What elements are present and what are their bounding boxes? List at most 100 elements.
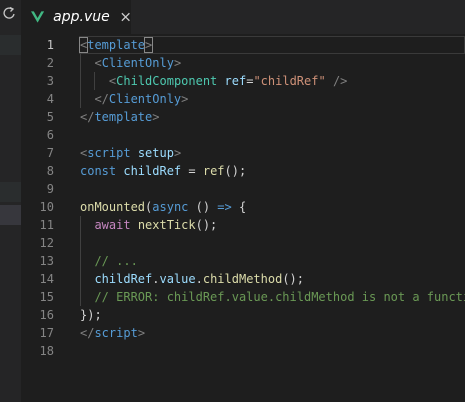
code-token: childRef (94, 272, 153, 286)
sidebar-row[interactable] (0, 182, 21, 202)
line-number: 18 (39, 344, 54, 358)
code-line[interactable]: 9 (21, 180, 465, 198)
code-token: { (231, 200, 247, 214)
code-line[interactable]: 13 // ... (21, 252, 465, 270)
sidebar-row-selected[interactable] (0, 205, 21, 225)
line-number: 17 (39, 326, 54, 340)
sidebar-row[interactable] (0, 35, 21, 55)
code-token: childRef (123, 164, 182, 178)
line-number: 7 (46, 146, 54, 160)
code-token: () (188, 200, 218, 214)
code-token: ChildComponent (116, 74, 218, 88)
code-line[interactable]: 6 (21, 126, 465, 144)
code-token: onMounted (80, 200, 146, 214)
line-number: 13 (39, 254, 54, 268)
line-number: 12 (39, 236, 54, 250)
code-token: > (181, 92, 189, 106)
code-token: /> (332, 74, 348, 88)
code-token: > (143, 37, 154, 53)
code-line[interactable]: 8 const childRef = ref(); (21, 162, 465, 180)
code-token: < (94, 56, 102, 70)
code-token: ClientOnly (101, 56, 174, 70)
code-token: (); (195, 218, 218, 232)
code-token: setup (137, 146, 174, 160)
code-text: </script> (80, 324, 145, 342)
code-text: </ClientOnly> (80, 90, 188, 108)
line-number: 6 (46, 128, 54, 142)
tab-bar: app.vue (21, 0, 465, 34)
code-text: // ERROR: childRef.value.childMethod is … (80, 288, 465, 306)
line-number: 16 (39, 308, 54, 322)
line-number: 3 (46, 74, 54, 88)
code-token: > (173, 146, 182, 160)
code-text: await nextTick(); (80, 216, 217, 234)
code-line[interactable]: 5 </template> (21, 108, 465, 126)
code-token: childMethod (202, 272, 283, 286)
code-line[interactable]: 4 </ClientOnly> (21, 90, 465, 108)
code-line[interactable]: 16}); (21, 306, 465, 324)
code-token: template (94, 110, 153, 124)
code-token: script (94, 326, 138, 340)
tab-label: app.vue (53, 9, 110, 25)
line-number: 2 (46, 56, 54, 70)
code-token: template (87, 38, 146, 52)
code-text: childRef.value.childMethod(); (80, 270, 304, 288)
tab-app-vue[interactable]: app.vue (21, 0, 131, 34)
code-token: </ (80, 110, 95, 124)
code-line[interactable]: 14 childRef.value.childMethod(); (21, 270, 465, 288)
code-text: <script setup> (80, 144, 181, 162)
code-line[interactable]: 18 (21, 342, 465, 360)
code-line[interactable]: 15 // ERROR: childRef.value.childMethod … (21, 288, 465, 306)
code-text: </template> (80, 108, 159, 126)
code-line[interactable]: 11 await nextTick(); (21, 216, 465, 234)
code-line[interactable]: 2 <ClientOnly> (21, 54, 465, 72)
code-token: ClientOnly (108, 92, 182, 106)
code-token: </ (80, 326, 95, 340)
code-text: <ChildComponent ref="childRef" /> (80, 72, 347, 90)
code-token: => (217, 200, 232, 214)
code-text: }); (80, 306, 102, 324)
code-text: onMounted(async () => { (80, 198, 246, 216)
line-number: 8 (46, 164, 54, 178)
code-line[interactable]: 1 <template> (21, 36, 465, 54)
code-token: ref (202, 164, 225, 178)
line-number: 1 (46, 38, 54, 52)
line-number: 9 (46, 182, 54, 196)
code-token: (); (282, 272, 305, 286)
code-token: (); (224, 164, 247, 178)
code-editor[interactable]: 1 <template> 2 <ClientOnly> 3 <ChildCompone… (21, 34, 465, 402)
explorer-sidebar (0, 0, 21, 402)
code-token: async (152, 200, 189, 214)
code-token: = (181, 164, 203, 178)
code-line[interactable]: 3 <ChildComponent ref="childRef" /> (21, 72, 465, 90)
code-line[interactable]: 10 onMounted(async () => { (21, 198, 465, 216)
code-line[interactable]: 7 <script setup> (21, 144, 465, 162)
code-token: script (87, 146, 131, 160)
code-text: <template> (78, 36, 154, 54)
vue-file-icon (31, 11, 45, 23)
code-text: // ... (80, 252, 138, 270)
code-token: > (137, 326, 146, 340)
code-token: . (195, 272, 203, 286)
code-line[interactable]: 12 (21, 234, 465, 252)
close-icon[interactable] (120, 11, 131, 23)
line-number: 14 (39, 272, 54, 286)
code-line[interactable]: 17 </script> (21, 324, 465, 342)
code-token: "childRef" (253, 74, 326, 88)
line-number: 11 (39, 218, 54, 232)
code-token: // ... (94, 254, 138, 268)
refresh-icon[interactable] (1, 6, 17, 22)
line-number: 4 (46, 92, 54, 106)
code-token: </ (94, 92, 109, 106)
code-token: ref (224, 74, 247, 88)
code-text: <ClientOnly> (80, 54, 181, 72)
